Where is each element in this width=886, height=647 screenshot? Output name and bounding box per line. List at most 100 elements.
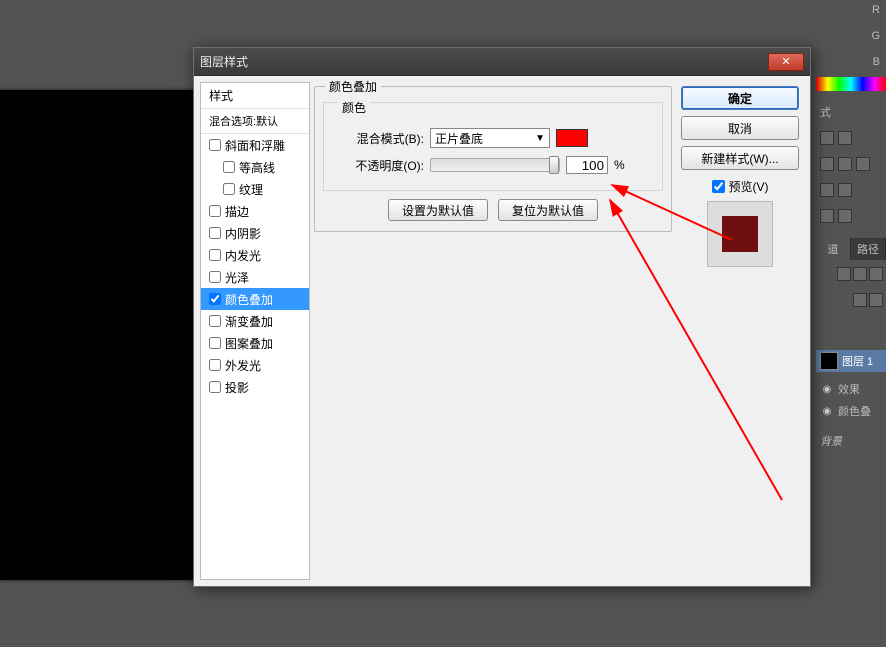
- panel-row-icons: [816, 178, 886, 202]
- layer-background[interactable]: 背景: [816, 430, 886, 452]
- tool-icon[interactable]: [820, 209, 834, 223]
- style-label: 外发光: [225, 357, 261, 374]
- style-item[interactable]: 斜面和浮雕: [201, 134, 309, 156]
- style-item[interactable]: 内阴影: [201, 222, 309, 244]
- preview-checkbox-row[interactable]: 预览(V): [712, 178, 769, 195]
- style-item[interactable]: 图案叠加: [201, 332, 309, 354]
- right-panel-strip: R G B 式 道 路径 图层 1 效果 颜色叠 背景: [816, 0, 886, 647]
- new-style-button[interactable]: 新建样式(W)...: [681, 146, 799, 170]
- layer-effect-item[interactable]: 颜色叠: [816, 400, 886, 422]
- preview-label: 预览(V): [729, 178, 769, 195]
- style-item[interactable]: 等高线: [201, 156, 309, 178]
- style-checkbox[interactable]: [209, 359, 221, 371]
- ok-button[interactable]: 确定: [681, 86, 799, 110]
- blend-options-default[interactable]: 混合选项:默认: [201, 109, 309, 134]
- tab-paths[interactable]: 路径: [851, 238, 886, 260]
- visibility-icon[interactable]: [820, 382, 834, 396]
- opacity-input[interactable]: [566, 156, 608, 174]
- tab-channels[interactable]: 道: [816, 238, 851, 260]
- tool-icon[interactable]: [838, 131, 852, 145]
- visibility-icon[interactable]: [820, 404, 834, 418]
- style-checkbox[interactable]: [223, 183, 235, 195]
- tool-icon[interactable]: [838, 157, 852, 171]
- style-checkbox[interactable]: [209, 315, 221, 327]
- style-item[interactable]: 颜色叠加: [201, 288, 309, 310]
- style-checkbox[interactable]: [209, 337, 221, 349]
- style-label: 颜色叠加: [225, 291, 273, 308]
- preview-checkbox[interactable]: [712, 180, 725, 193]
- layer-effects-row[interactable]: 效果: [816, 378, 886, 400]
- layer-thumbnail: [820, 352, 838, 370]
- style-label: 渐变叠加: [225, 313, 273, 330]
- panel-iconrow: [816, 264, 886, 284]
- style-label: 等高线: [239, 159, 275, 176]
- style-checkbox[interactable]: [209, 271, 221, 283]
- tool-icon[interactable]: [869, 267, 883, 281]
- style-checkbox[interactable]: [209, 293, 221, 305]
- overlay-color-swatch[interactable]: [556, 129, 588, 147]
- style-label: 斜面和浮雕: [225, 137, 285, 154]
- tool-icon[interactable]: [820, 131, 834, 145]
- layer-label: 图层 1: [842, 353, 873, 369]
- cancel-button[interactable]: 取消: [681, 116, 799, 140]
- style-label: 描边: [225, 203, 249, 220]
- color-subgroup: 颜色 混合模式(B): 正片叠底 ▼ 不透明度(O):: [323, 102, 663, 191]
- style-label: 内阴影: [225, 225, 261, 242]
- blend-mode-value: 正片叠底: [435, 130, 483, 147]
- style-checkbox[interactable]: [209, 205, 221, 217]
- style-checkbox[interactable]: [209, 139, 221, 151]
- panel-row-icons: [816, 126, 886, 150]
- preview-swatch: [722, 216, 758, 252]
- tool-icon[interactable]: [869, 293, 883, 307]
- blend-mode-dropdown[interactable]: 正片叠底 ▼: [430, 128, 550, 148]
- layer-row-selected[interactable]: 图层 1: [816, 350, 886, 372]
- styles-header[interactable]: 样式: [201, 83, 309, 109]
- channel-b: B: [873, 56, 880, 68]
- panel-styles-tab[interactable]: 式: [816, 100, 886, 124]
- style-item[interactable]: 外发光: [201, 354, 309, 376]
- style-label: 内发光: [225, 247, 261, 264]
- set-default-button[interactable]: 设置为默认值: [388, 199, 488, 221]
- style-item[interactable]: 内发光: [201, 244, 309, 266]
- effect-label: 颜色叠: [838, 403, 871, 419]
- style-checkbox[interactable]: [209, 249, 221, 261]
- tool-icon[interactable]: [820, 157, 834, 171]
- color-spectrum[interactable]: [816, 77, 886, 91]
- style-label: 投影: [225, 379, 249, 396]
- channel-g: G: [871, 30, 880, 42]
- effects-label: 效果: [838, 381, 860, 397]
- layer-style-dialog: 图层样式 ✕ 样式 混合选项:默认 斜面和浮雕等高线纹理描边内阴影内发光光泽颜色…: [193, 47, 811, 587]
- tool-icon[interactable]: [853, 293, 867, 307]
- panel-row-icons: [816, 204, 886, 228]
- tool-icon[interactable]: [820, 183, 834, 197]
- tool-icon[interactable]: [837, 267, 851, 281]
- opacity-label: 不透明度(O):: [332, 157, 424, 174]
- style-checkbox[interactable]: [209, 227, 221, 239]
- style-checkbox[interactable]: [223, 161, 235, 173]
- style-label: 纹理: [239, 181, 263, 198]
- tool-icon[interactable]: [838, 209, 852, 223]
- style-item[interactable]: 描边: [201, 200, 309, 222]
- style-item[interactable]: 投影: [201, 376, 309, 398]
- panel-iconrow: [816, 290, 886, 310]
- opacity-slider[interactable]: [430, 158, 560, 172]
- styles-list: 样式 混合选项:默认 斜面和浮雕等高线纹理描边内阴影内发光光泽颜色叠加渐变叠加图…: [200, 82, 310, 580]
- style-checkbox[interactable]: [209, 381, 221, 393]
- center-panel: 颜色叠加 颜色 混合模式(B): 正片叠底 ▼ 不透明度(O):: [312, 82, 674, 580]
- style-label: 光泽: [225, 269, 249, 286]
- effect-groupbox: 颜色叠加 颜色 混合模式(B): 正片叠底 ▼ 不透明度(O):: [314, 86, 672, 232]
- close-button[interactable]: ✕: [768, 53, 804, 71]
- style-item[interactable]: 渐变叠加: [201, 310, 309, 332]
- tool-icon[interactable]: [856, 157, 870, 171]
- background-label: 背景: [820, 433, 842, 449]
- style-label: 图案叠加: [225, 335, 273, 352]
- chevron-down-icon: ▼: [535, 133, 545, 144]
- slider-thumb[interactable]: [549, 156, 559, 174]
- reset-default-button[interactable]: 复位为默认值: [498, 199, 598, 221]
- style-item[interactable]: 光泽: [201, 266, 309, 288]
- tool-icon[interactable]: [853, 267, 867, 281]
- opacity-unit: %: [614, 158, 625, 172]
- style-item[interactable]: 纹理: [201, 178, 309, 200]
- dialog-titlebar[interactable]: 图层样式 ✕: [194, 48, 810, 76]
- tool-icon[interactable]: [838, 183, 852, 197]
